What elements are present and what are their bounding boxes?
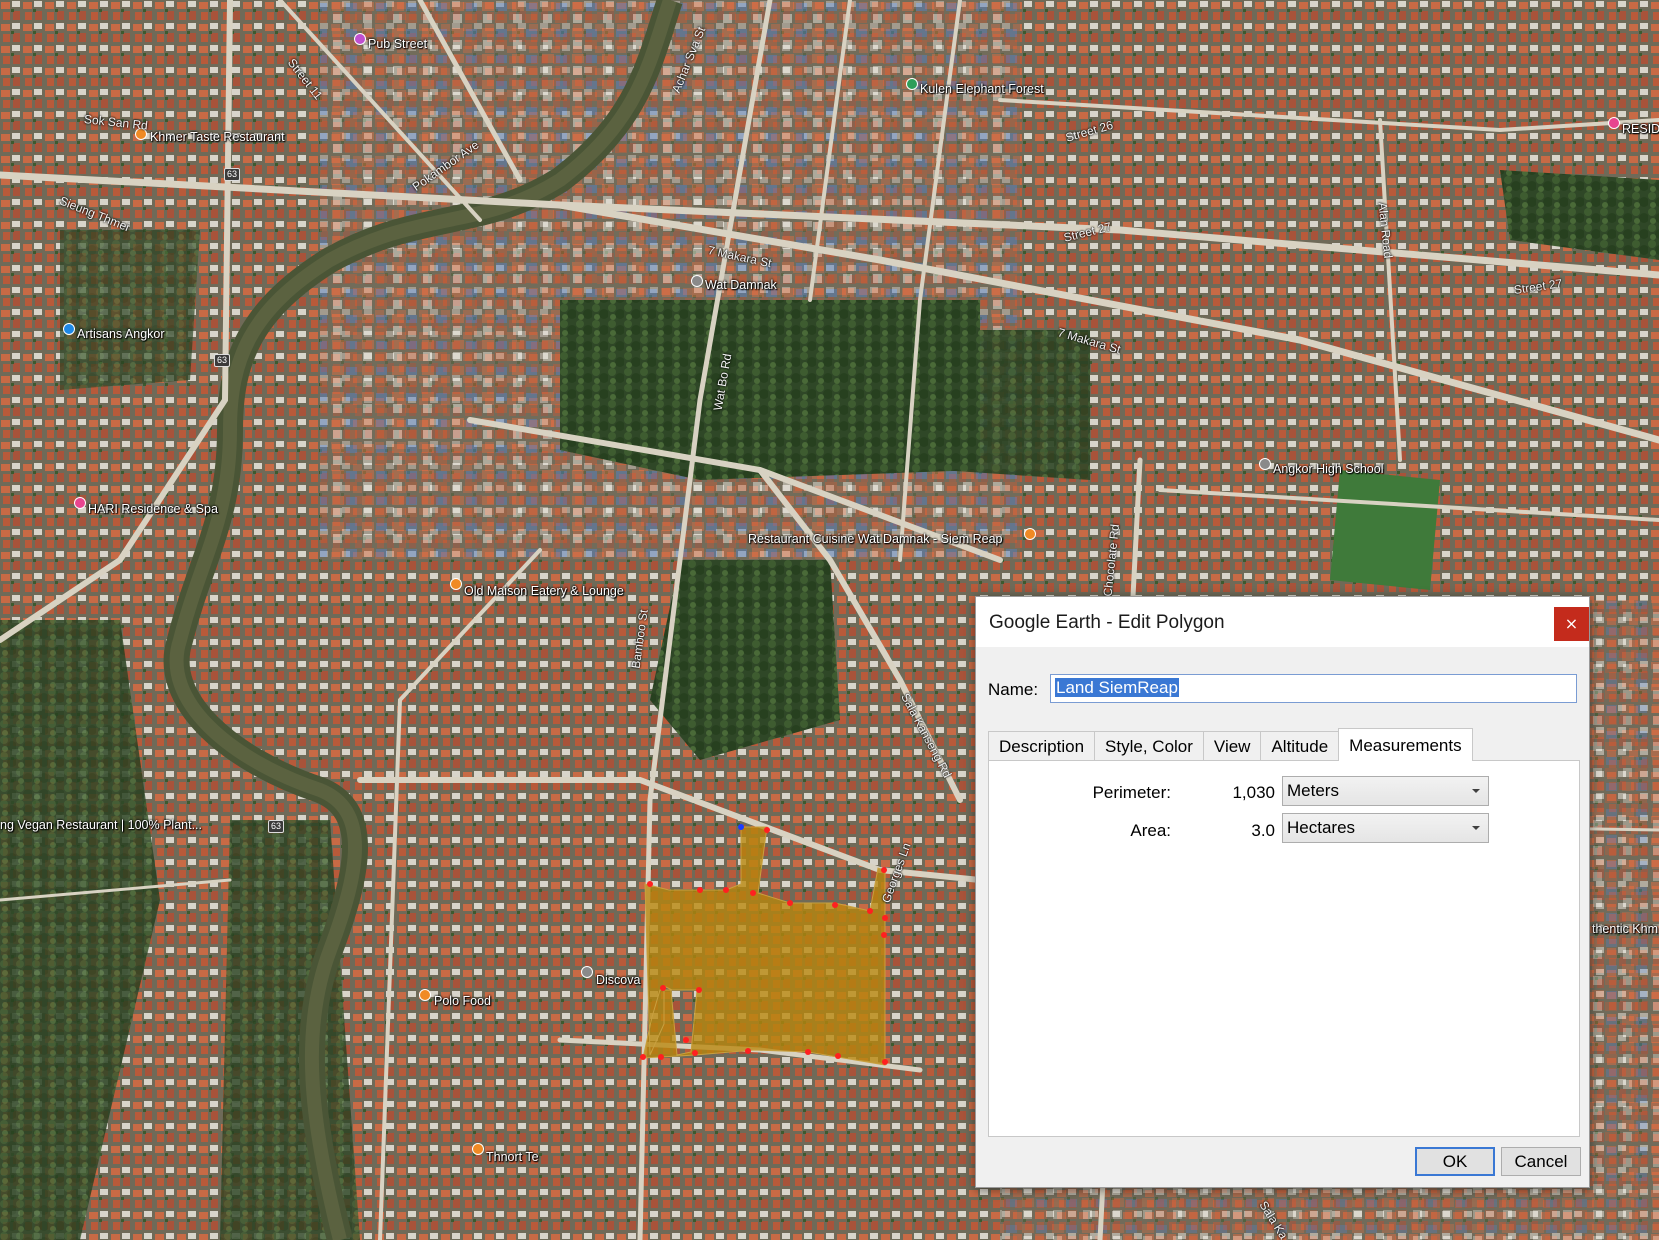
close-button[interactable]: × (1554, 607, 1589, 641)
tab-bar: Description Style, Color View Altitude M… (988, 728, 1473, 761)
place-label[interactable]: RESID (1622, 122, 1659, 136)
restaurant-icon[interactable] (1024, 528, 1036, 540)
place-label[interactable]: Thnort Te (486, 1150, 539, 1164)
area-unit-value: Hectares (1287, 818, 1356, 837)
close-icon: × (1564, 614, 1579, 633)
tab-style-color[interactable]: Style, Color (1094, 731, 1204, 761)
tab-measurements[interactable]: Measurements (1338, 728, 1473, 761)
dialog-title: Google Earth - Edit Polygon (989, 612, 1225, 633)
edit-polygon-dialog: Google Earth - Edit Polygon × Name: Land… (975, 596, 1590, 1188)
place-label[interactable]: Old Maison Eatery & Lounge (464, 584, 624, 598)
shopping-icon[interactable] (63, 323, 75, 335)
area-value: 3.0 (1251, 821, 1275, 840)
office-icon[interactable] (581, 966, 593, 978)
chevron-down-icon (1472, 789, 1480, 793)
route-shield-icon: 63 (214, 354, 231, 367)
perimeter-unit-value: Meters (1287, 781, 1339, 800)
perimeter-label: Perimeter: (1092, 783, 1171, 802)
route-shield-icon: 63 (268, 820, 285, 833)
school-icon[interactable] (1259, 458, 1271, 470)
pink-poi-icon[interactable] (354, 33, 366, 45)
area-unit-select[interactable]: Hectares (1282, 813, 1489, 843)
dialog-titlebar[interactable]: Google Earth - Edit Polygon × (976, 597, 1589, 647)
measurements-panel: Perimeter: 1,030 Meters Area: 3.0 Hectar… (988, 760, 1580, 1137)
google-earth-window: Pub Street Khmer Taste Restaurant Kulen … (0, 0, 1659, 1240)
restaurant-icon[interactable] (419, 989, 431, 1001)
perimeter-unit-select[interactable]: Meters (1282, 776, 1489, 806)
tab-altitude[interactable]: Altitude (1260, 731, 1340, 761)
place-label[interactable]: HARI Residence & Spa (88, 502, 218, 516)
perimeter-value: 1,030 (1232, 783, 1275, 802)
name-input[interactable]: Land SiemReap (1050, 674, 1577, 703)
tab-view[interactable]: View (1202, 731, 1262, 761)
restaurant-icon[interactable] (450, 578, 462, 590)
temple-icon[interactable] (691, 275, 703, 287)
place-label[interactable]: Polo Food (434, 994, 491, 1008)
tab-description[interactable]: Description (988, 731, 1096, 761)
cancel-button[interactable]: Cancel (1501, 1147, 1581, 1176)
place-label[interactable]: Khmer Taste Restaurant (150, 130, 285, 144)
place-label[interactable]: Discova (596, 973, 640, 987)
area-label: Area: (1130, 821, 1171, 840)
place-label[interactable]: Artisans Angkor (77, 327, 165, 341)
place-label[interactable]: ng Vegan Restaurant | 100% Plant... (0, 818, 202, 832)
place-label[interactable]: Kulen Elephant Forest (920, 82, 1044, 96)
name-input-value: Land SiemReap (1055, 678, 1179, 697)
place-label[interactable]: Restaurant Cuisine Wat Damnak - Siem Rea… (748, 532, 1003, 546)
place-label[interactable]: Angkor High School (1273, 462, 1383, 476)
restaurant-icon[interactable] (472, 1143, 484, 1155)
place-label[interactable]: thentic Khm (1592, 922, 1658, 936)
name-label: Name: (988, 680, 1039, 699)
ok-button[interactable]: OK (1415, 1147, 1495, 1176)
park-icon[interactable] (906, 78, 918, 90)
hotel-icon[interactable] (1608, 117, 1620, 129)
hotel-icon[interactable] (74, 497, 86, 509)
place-label[interactable]: Wat Damnak (705, 278, 777, 292)
place-label[interactable]: Pub Street (368, 37, 427, 51)
route-shield-icon: 63 (224, 168, 241, 181)
chevron-down-icon (1472, 826, 1480, 830)
